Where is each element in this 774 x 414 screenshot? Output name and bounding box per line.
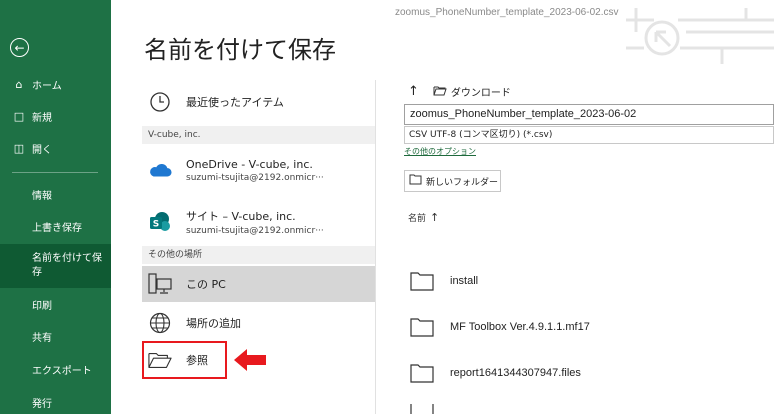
sharepoint-name: サイト – V-cube, inc. xyxy=(186,210,296,223)
location-this-pc[interactable]: この PC xyxy=(142,266,375,302)
folder-path: ↑ ダウンロード xyxy=(408,84,511,99)
nav-divider xyxy=(12,172,98,173)
file-row[interactable]: report1641344307947.files xyxy=(408,360,774,386)
file-row[interactable]: MF Toolbox Ver.4.9.1.1.mf17 xyxy=(408,314,774,340)
nav-export[interactable]: エクスポート xyxy=(0,359,111,379)
nav-open-label: 開く xyxy=(32,144,52,156)
annotation-arrow-icon xyxy=(234,349,266,371)
filetype-select[interactable]: CSV UTF-8 (コンマ区切り) (*.csv) xyxy=(404,126,774,144)
file-row[interactable]: install xyxy=(408,268,774,294)
clock-icon xyxy=(148,90,172,114)
open-folder-icon: ◫ xyxy=(13,141,25,155)
location-add-place-label: 場所の追加 xyxy=(186,317,241,330)
nav-new-label: 新規 xyxy=(32,112,52,124)
more-options-link[interactable]: その他のオプション xyxy=(404,146,476,157)
nav-print[interactable]: 印刷 xyxy=(0,294,111,314)
nav-publish-label: 発行 xyxy=(32,398,52,410)
section-other: その他の場所 xyxy=(142,246,375,264)
svg-text:S: S xyxy=(153,220,159,230)
folder-icon xyxy=(410,318,434,337)
nav-share[interactable]: 共有 xyxy=(0,326,111,346)
nav-save-as-label: 名前を付けて保存 xyxy=(32,253,102,278)
home-icon: ⌂ xyxy=(15,77,23,91)
annotation-highlight-box xyxy=(142,341,227,379)
folder-icon xyxy=(410,364,434,383)
pc-icon xyxy=(148,272,172,296)
column-divider xyxy=(375,80,376,414)
sort-by-name-header[interactable]: 名前 ↑ xyxy=(408,211,439,224)
sharepoint-account: suzumi-tsujita@2192.onmicr··· xyxy=(186,226,324,236)
nav-save[interactable]: 上書き保存 xyxy=(0,216,111,236)
backstage-decoration-graphic xyxy=(626,8,774,64)
window-file-title: zoomus_PhoneNumber_template_2023-06-02.c… xyxy=(395,7,619,18)
up-folder-icon[interactable]: ↑ xyxy=(408,84,419,99)
folder-icon xyxy=(410,404,434,414)
folder-icon xyxy=(410,272,434,291)
filename-input[interactable]: zoomus_PhoneNumber_template_2023-06-02 xyxy=(404,104,774,125)
location-onedrive[interactable]: OneDrive - V-cube, inc. suzumi-tsujita@2… xyxy=(142,152,375,188)
back-arrow-icon[interactable]: ← xyxy=(10,38,29,57)
file-row-partial[interactable] xyxy=(408,404,774,414)
nav-export-label: エクスポート xyxy=(32,365,92,377)
nav-save-as[interactable]: 名前を付けて保存 xyxy=(0,244,111,288)
location-recent[interactable]: 最近使ったアイテム xyxy=(142,88,375,116)
globe-icon xyxy=(148,311,172,335)
file-name: install xyxy=(450,275,479,287)
file-name: MF Toolbox Ver.4.9.1.1.mf17 xyxy=(450,321,590,333)
onedrive-account: suzumi-tsujita@2192.onmicr··· xyxy=(186,172,324,183)
new-document-icon: □ xyxy=(13,109,25,123)
sharepoint-icon: S xyxy=(148,210,172,234)
nav-share-label: 共有 xyxy=(32,332,52,344)
location-sharepoint[interactable]: S サイト – V-cube, inc. suzumi-tsujita@2192… xyxy=(142,204,375,240)
new-folder-button[interactable]: 新しいフォルダー xyxy=(404,170,501,192)
nav-new[interactable]: □ 新規 xyxy=(0,106,111,126)
location-this-pc-label: この PC xyxy=(186,278,226,291)
nav-home[interactable]: ⌂ ホーム xyxy=(0,74,111,94)
page-title: 名前を付けて保存 xyxy=(144,36,336,64)
onedrive-cloud-icon xyxy=(148,158,172,182)
backstage-sidebar: ← ⌂ ホーム □ 新規 ◫ 開く 情報 上書き保存 名前を付けて保存 印刷 共… xyxy=(0,0,111,414)
current-folder-label[interactable]: ダウンロード xyxy=(451,84,511,99)
nav-save-label: 上書き保存 xyxy=(32,222,82,234)
nav-info[interactable]: 情報 xyxy=(0,184,111,204)
nav-info-label: 情報 xyxy=(32,190,52,202)
nav-publish[interactable]: 発行 xyxy=(0,392,111,412)
section-org: V-cube, inc. xyxy=(142,126,375,144)
location-recent-label: 最近使ったアイテム xyxy=(186,96,284,109)
new-folder-icon xyxy=(409,174,422,188)
nav-print-label: 印刷 xyxy=(32,300,52,312)
file-name: report1641344307947.files xyxy=(450,367,581,379)
nav-open[interactable]: ◫ 開く xyxy=(0,138,111,158)
folder-icon xyxy=(433,85,447,99)
location-add-place[interactable]: 場所の追加 xyxy=(142,308,375,338)
onedrive-name: OneDrive - V-cube, inc. xyxy=(186,157,313,171)
sort-label: 名前 xyxy=(408,214,427,224)
new-folder-label: 新しいフォルダー xyxy=(426,177,499,188)
nav-home-label: ホーム xyxy=(32,80,62,92)
sort-ascending-icon: ↑ xyxy=(430,211,440,224)
